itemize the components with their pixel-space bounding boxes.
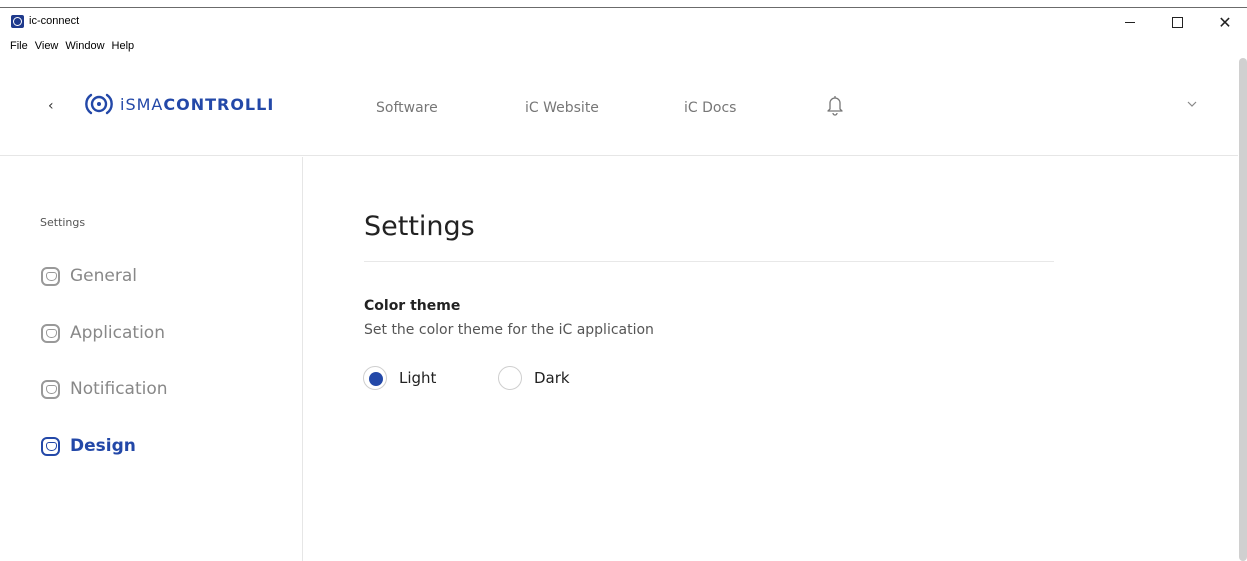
app-icon bbox=[11, 15, 24, 28]
settings-section-icon bbox=[41, 379, 60, 399]
minimize-button[interactable] bbox=[1115, 10, 1145, 34]
sidebar-heading: Settings bbox=[40, 216, 86, 229]
window-titlebar: ic-connect ✕ bbox=[0, 0, 1247, 36]
radio-label: Dark bbox=[534, 369, 570, 387]
sidebar-item-label: General bbox=[70, 266, 137, 286]
settings-sidebar: Settings General Application Notificatio… bbox=[0, 157, 303, 561]
brand-logo[interactable]: iSMACONTROLLI bbox=[85, 90, 274, 118]
window-border bbox=[0, 7, 1247, 8]
window-title: ic-connect bbox=[29, 15, 80, 27]
sidebar-item-general[interactable]: General bbox=[41, 266, 137, 286]
menu-view[interactable]: View bbox=[35, 40, 59, 58]
radio-selected-icon bbox=[363, 366, 387, 390]
logo-text-bold: CONTROLLI bbox=[163, 94, 275, 114]
sidebar-item-label: Application bbox=[70, 323, 165, 343]
radio-unselected-icon bbox=[498, 366, 522, 390]
logo-text-prefix: iSMA bbox=[120, 94, 164, 114]
sidebar-item-notification[interactable]: Notification bbox=[41, 379, 168, 399]
close-button[interactable]: ✕ bbox=[1210, 10, 1240, 34]
menu-help[interactable]: Help bbox=[112, 40, 135, 58]
color-theme-description: Set the color theme for the iC applicati… bbox=[364, 322, 654, 338]
theme-dark-radio[interactable]: Dark bbox=[498, 366, 570, 390]
logo-icon bbox=[85, 93, 113, 115]
bell-icon[interactable] bbox=[826, 94, 844, 116]
nav-ic-website[interactable]: iC Website bbox=[525, 100, 599, 116]
nav-software[interactable]: Software bbox=[376, 100, 438, 116]
theme-light-radio[interactable]: Light bbox=[363, 366, 436, 390]
radio-label: Light bbox=[399, 369, 437, 387]
divider bbox=[364, 261, 1054, 262]
back-button[interactable]: ‹ bbox=[48, 98, 54, 114]
nav-ic-docs[interactable]: iC Docs bbox=[684, 100, 736, 116]
menu-file[interactable]: File bbox=[10, 40, 28, 58]
sidebar-item-design[interactable]: Design bbox=[41, 436, 136, 456]
page-title: Settings bbox=[364, 211, 475, 242]
settings-section-icon bbox=[41, 436, 60, 456]
logo-text: iSMACONTROLLI bbox=[120, 95, 274, 114]
settings-section-icon bbox=[41, 266, 60, 286]
scrollbar[interactable] bbox=[1239, 58, 1247, 561]
sidebar-item-label: Notification bbox=[70, 379, 168, 399]
maximize-button[interactable] bbox=[1162, 10, 1192, 34]
menu-window[interactable]: Window bbox=[65, 40, 104, 58]
sidebar-item-application[interactable]: Application bbox=[41, 323, 165, 343]
settings-section-icon bbox=[41, 323, 60, 343]
color-theme-heading: Color theme bbox=[364, 298, 461, 314]
menu-bar: File View Window Help bbox=[0, 40, 134, 58]
sidebar-item-label: Design bbox=[70, 436, 136, 456]
chevron-down-icon[interactable] bbox=[1186, 98, 1198, 110]
app-header: ‹ iSMACONTROLLI Software iC Website iC D… bbox=[0, 62, 1238, 156]
